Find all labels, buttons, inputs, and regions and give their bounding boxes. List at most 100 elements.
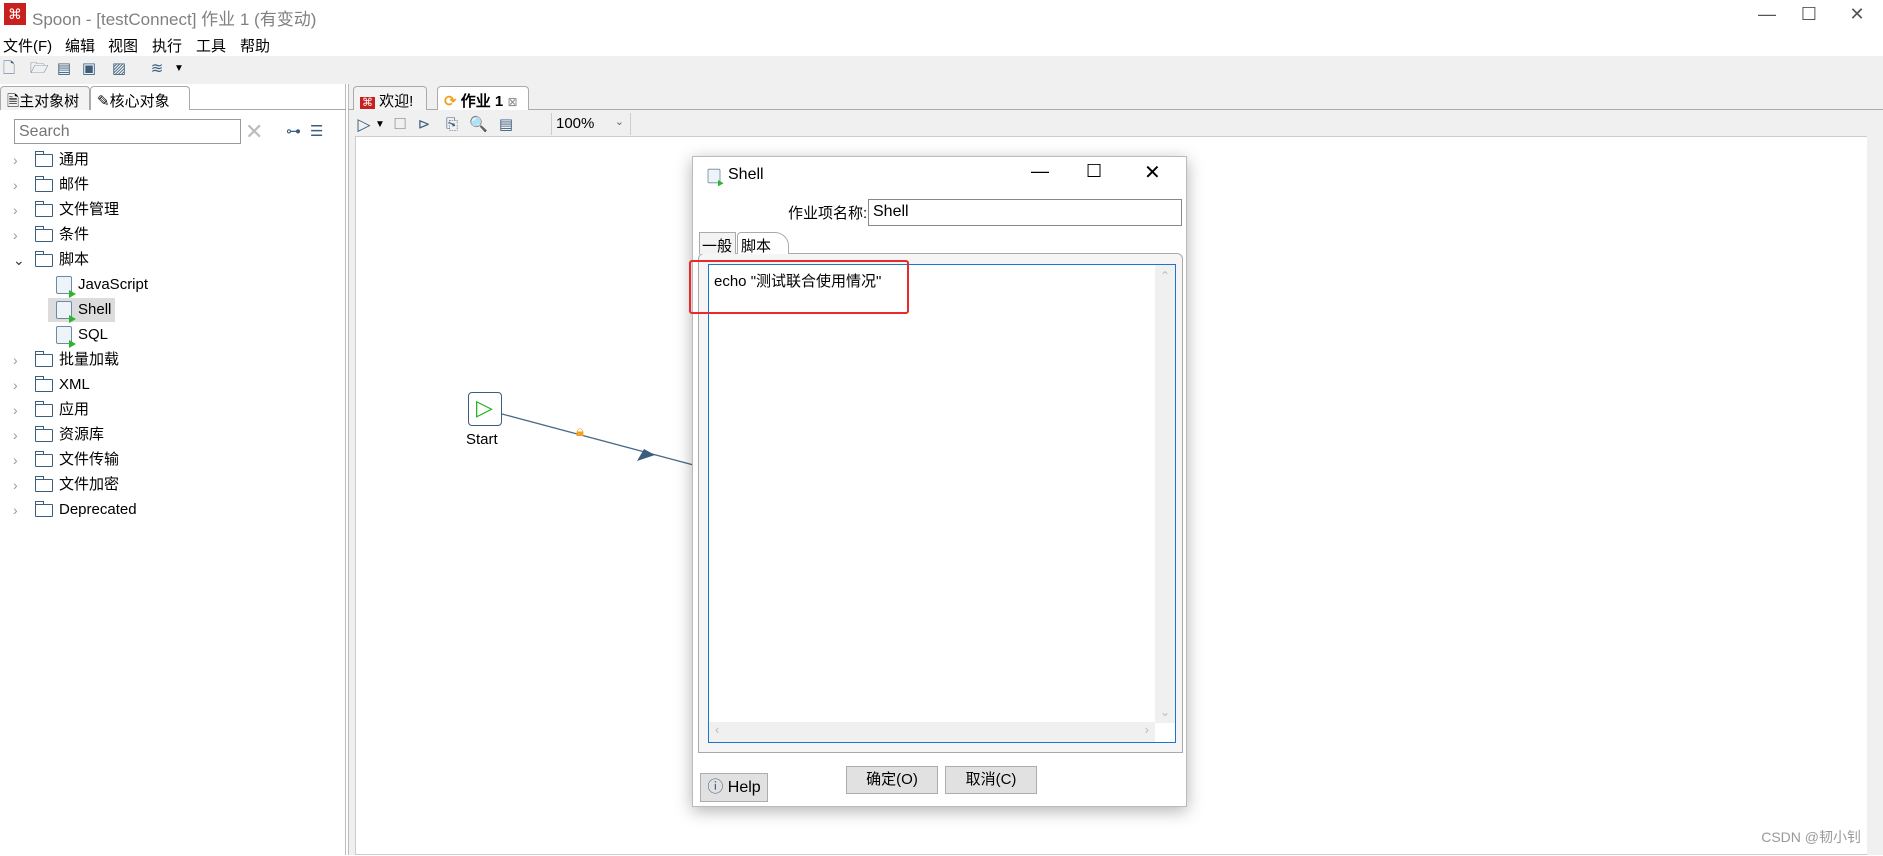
tree-item-label: 条件 <box>59 226 90 243</box>
menu-run[interactable]: 执行 <box>152 35 182 56</box>
clear-search-icon[interactable]: ✕ <box>245 119 263 145</box>
chevron-right-icon[interactable]: › <box>13 423 18 447</box>
tab-general[interactable]: 一般 <box>699 232 736 255</box>
script-entry-icon <box>56 326 76 348</box>
replay-icon[interactable]: ⊳ <box>415 116 433 134</box>
tree-folder-item[interactable]: ⌄ 脚本 <box>0 248 340 272</box>
sql-icon[interactable]: ▤ <box>497 116 515 134</box>
play-icon: ▷ <box>476 395 493 420</box>
tree-folder-item[interactable]: › 文件管理 <box>0 198 340 222</box>
ok-button[interactable]: 确定(O) <box>846 766 938 794</box>
tree-entry-item[interactable]: SQL <box>48 323 112 348</box>
chevron-right-icon[interactable]: › <box>13 498 18 522</box>
tree-folder-item[interactable]: › 文件加密 <box>0 473 340 497</box>
tree-folder-item[interactable]: › 文件传输 <box>0 448 340 472</box>
close-button[interactable]: ✕ <box>1834 0 1880 30</box>
folder-icon <box>34 401 53 417</box>
job-icon: ⟳ <box>444 93 457 110</box>
tab-core-objects[interactable]: ✎核心对象 <box>90 86 190 110</box>
folder-icon <box>34 451 53 467</box>
chevron-right-icon[interactable]: › <box>13 198 18 222</box>
script-horizontal-scrollbar[interactable]: ‹ › <box>709 722 1155 742</box>
spoon-logo-icon: ⌘ <box>360 97 375 109</box>
script-textarea[interactable]: echo "测试联合使用情况" ⌃ ⌄ ‹ › <box>708 264 1176 743</box>
job-toolbar: ▷ ▼ ☐ ⊳ ⎘ 🔍 ▤ 100% ⌄ <box>349 112 1883 136</box>
tree-item-label: 资源库 <box>59 426 105 443</box>
tree-folder-item[interactable]: › 批量加载 <box>0 348 340 372</box>
start-entry[interactable]: ▷ <box>468 392 502 426</box>
explore-repository-icon[interactable]: ▤ <box>55 60 73 78</box>
tree-entry-item[interactable]: JavaScript <box>48 273 152 298</box>
new-file-icon[interactable]: 🗋 <box>0 60 18 78</box>
help-button[interactable]: ⓘ Help <box>700 773 768 802</box>
chevron-right-icon[interactable]: › <box>13 223 18 247</box>
tree-folder-item[interactable]: › XML <box>0 373 340 397</box>
expand-all-icon[interactable]: ☰ <box>310 122 323 140</box>
main-toolbar: 🗋 🗁 ▤ ▣ ▨ ≋ ▼ <box>0 56 1883 84</box>
chevron-right-icon[interactable]: › <box>13 148 18 172</box>
layers-icon[interactable]: ≋ <box>148 60 166 78</box>
watermark: CSDN @韧小钊 <box>1761 829 1861 845</box>
cancel-button[interactable]: 取消(C) <box>945 766 1037 794</box>
job-entry-name-input[interactable]: Shell <box>868 199 1182 226</box>
dialog-close-button[interactable]: ✕ <box>1144 160 1161 185</box>
save-as-icon[interactable]: ▨ <box>110 60 128 78</box>
tab-job-1[interactable]: ⟳ 作业 1 ⊠ <box>437 86 529 110</box>
maximize-button[interactable]: ☐ <box>1786 0 1832 30</box>
lock-icon[interactable]: 🔒︎ <box>576 423 584 440</box>
collapse-all-icon[interactable]: ⊶ <box>286 122 301 140</box>
run-options-dropdown-icon[interactable]: ▼ <box>371 116 389 134</box>
help-icon: ⓘ <box>707 779 724 796</box>
tree-folder-item[interactable]: › 通用 <box>0 148 340 172</box>
folder-icon <box>34 176 53 192</box>
dialog-minimize-button[interactable]: — <box>1031 161 1049 182</box>
search-input[interactable] <box>14 119 241 144</box>
chevron-down-icon: ⌄ <box>614 116 624 128</box>
minimize-button[interactable]: — <box>1744 0 1790 30</box>
script-entry-icon <box>56 301 76 323</box>
save-icon[interactable]: ▣ <box>80 60 98 78</box>
menu-file[interactable]: 文件(F) <box>3 35 52 56</box>
tree-item-label: 批量加载 <box>59 351 120 368</box>
tree-folder-item[interactable]: › 邮件 <box>0 173 340 197</box>
menu-help[interactable]: 帮助 <box>240 35 270 56</box>
canvas-vertical-scrollbar[interactable] <box>1867 136 1883 855</box>
chevron-right-icon[interactable]: › <box>13 448 18 472</box>
folder-icon <box>34 426 53 442</box>
tree-doc-icon: 🗎 <box>7 93 20 110</box>
tab-main-object-tree[interactable]: 🗎主对象树 <box>0 86 90 110</box>
close-tab-icon[interactable]: ⊠ <box>507 95 517 109</box>
menu-bar: 文件(F) 编辑 视图 执行 工具 帮助 <box>0 32 1883 56</box>
chevron-right-icon[interactable]: › <box>13 173 18 197</box>
open-file-icon[interactable]: 🗁 <box>30 60 49 78</box>
dropdown-arrow-icon[interactable]: ▼ <box>170 60 188 78</box>
job-entry-name-label: 作业项名称: <box>788 205 868 222</box>
script-entry-icon <box>56 276 76 298</box>
tree-folder-item[interactable]: › 应用 <box>0 398 340 422</box>
chevron-down-icon[interactable]: ⌄ <box>13 248 25 272</box>
menu-edit[interactable]: 编辑 <box>65 35 95 56</box>
folder-icon <box>34 501 53 517</box>
start-label: Start <box>466 431 498 448</box>
tree-entry-item[interactable]: Shell <box>48 298 116 323</box>
chevron-right-icon[interactable]: › <box>13 473 18 497</box>
stop-icon[interactable]: ☐ <box>391 116 409 134</box>
tab-welcome[interactable]: ⌘ 欢迎! <box>353 86 427 110</box>
menu-view[interactable]: 视图 <box>108 35 138 56</box>
folder-icon <box>34 226 53 242</box>
dialog-maximize-button[interactable]: ☐ <box>1086 161 1102 182</box>
tree-item-label: 文件管理 <box>59 201 120 218</box>
folder-icon <box>34 201 53 217</box>
menu-tools[interactable]: 工具 <box>196 35 226 56</box>
zoom-select[interactable]: 100% ⌄ <box>551 113 631 135</box>
tree-folder-item[interactable]: › 资源库 <box>0 423 340 447</box>
tree-folder-item[interactable]: › Deprecated <box>0 498 340 522</box>
chevron-right-icon[interactable]: › <box>13 373 18 397</box>
check-job-icon[interactable]: ⎘ <box>443 116 461 134</box>
chevron-right-icon[interactable]: › <box>13 398 18 422</box>
impact-analysis-icon[interactable]: 🔍 <box>469 116 488 134</box>
tree-folder-item[interactable]: › 条件 <box>0 223 340 247</box>
chevron-right-icon[interactable]: › <box>13 348 18 372</box>
tab-script[interactable]: 脚本 <box>737 232 789 255</box>
script-vertical-scrollbar[interactable]: ⌃ ⌄ <box>1155 265 1175 723</box>
